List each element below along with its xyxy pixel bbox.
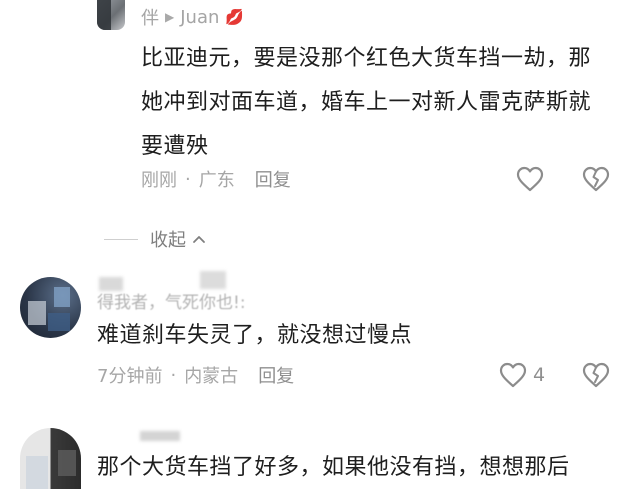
- reply-button[interactable]: 回复: [255, 166, 291, 192]
- collapse-replies-button[interactable]: 收起: [104, 226, 206, 252]
- blurred-redaction: [200, 271, 226, 289]
- comment-footer: 7分钟前 · 内蒙古 回复: [97, 361, 294, 389]
- reply-time: 刚刚: [141, 170, 177, 191]
- heart-outline-icon: [516, 166, 544, 192]
- reply-footer: 刚刚 · 广东 回复: [141, 165, 291, 193]
- like-button[interactable]: [516, 166, 544, 192]
- reply-to-arrow-icon: ▶: [165, 10, 175, 24]
- reply-text: 比亚迪元，要是没那个红色大货车挡一劫，那她冲到对面车道，婚车上一对新人雷克萨斯就…: [141, 46, 592, 159]
- like-count: 4: [533, 364, 546, 386]
- collapse-label: 收起: [150, 230, 186, 251]
- comment-location: 内蒙古: [184, 366, 239, 387]
- broken-heart-outline-icon: [582, 362, 610, 388]
- reply-author-suffix[interactable]: Juan: [180, 7, 219, 28]
- separator-dot: ·: [170, 364, 177, 386]
- comment-text: 难道刹车失灵了，就没想过慢点: [97, 323, 413, 348]
- lips-emoji-icon: 💋: [225, 8, 245, 26]
- dislike-button[interactable]: [582, 166, 610, 192]
- avatar[interactable]: [20, 428, 81, 489]
- comment-text: 那个大货车挡了好多，如果他没有挡，想想那后: [97, 455, 570, 480]
- heart-outline-icon: [499, 362, 527, 388]
- blurred-redaction: [140, 431, 180, 441]
- broken-heart-outline-icon: [582, 166, 610, 192]
- divider-line: [104, 238, 138, 240]
- reply-button[interactable]: 回复: [258, 362, 294, 388]
- like-button[interactable]: 4: [499, 362, 545, 388]
- avatar[interactable]: [20, 277, 81, 338]
- reply-author-name[interactable]: 伴: [141, 4, 159, 30]
- reply-location: 广东: [198, 170, 235, 191]
- reply-author-line: 伴 ▶ Juan 💋: [141, 4, 244, 30]
- avatar[interactable]: [97, 0, 125, 30]
- comment-time: 7分钟前: [97, 366, 163, 387]
- comment-author-name[interactable]: 得我者，气死你也!:: [97, 288, 246, 313]
- separator-dot: ·: [185, 168, 191, 190]
- chevron-up-icon: [193, 236, 205, 243]
- dislike-button[interactable]: [582, 362, 610, 388]
